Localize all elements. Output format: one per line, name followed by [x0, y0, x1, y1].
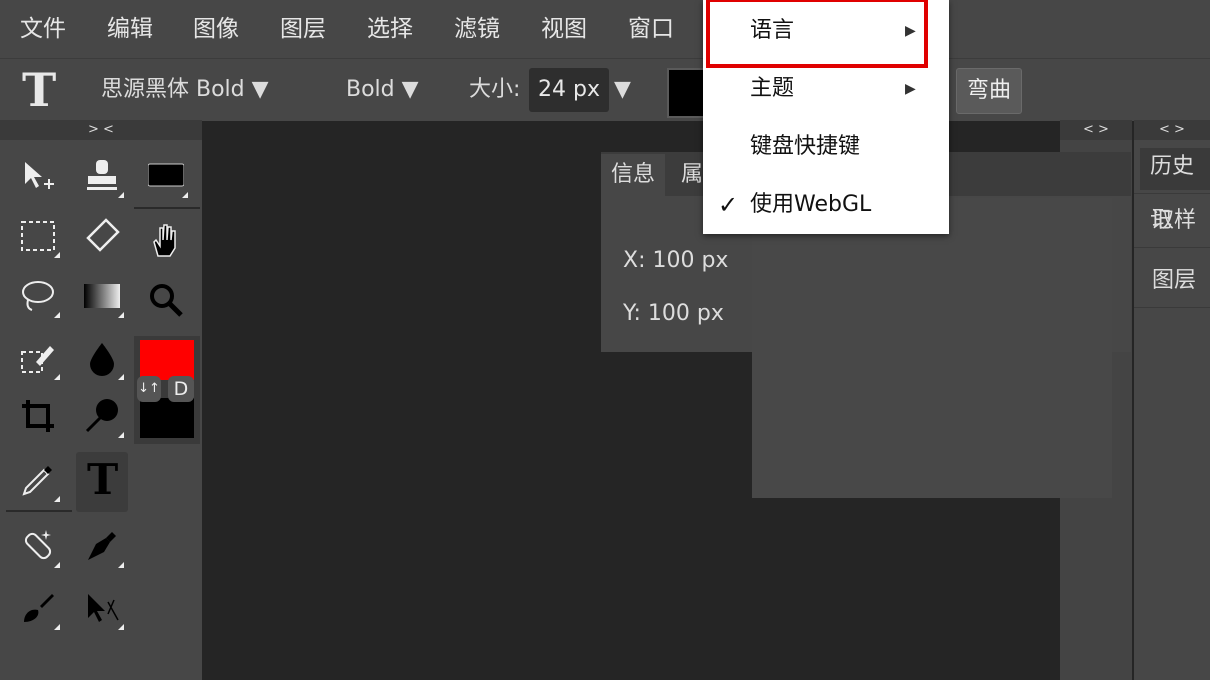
quick-select-brush-icon: [21, 346, 54, 373]
hand-icon: [153, 224, 176, 257]
path-select-arrow-icon: [88, 594, 119, 622]
checkmark-icon: ✓: [718, 191, 739, 219]
menu-item-keyboard-shortcuts[interactable]: 键盘快捷键: [703, 118, 949, 176]
menu-layer[interactable]: 图层: [280, 0, 326, 58]
pen-tool[interactable]: [74, 518, 130, 574]
text-color-swatch[interactable]: [667, 68, 707, 118]
color-picker-area: ↓↑ D: [134, 336, 200, 444]
size-dropdown-arrow[interactable]: ▼: [614, 59, 631, 121]
tab-info[interactable]: 信息: [601, 154, 666, 196]
eraser-tool[interactable]: [74, 208, 130, 264]
eyedropper-icon: [22, 466, 52, 496]
menu-window[interactable]: 窗口: [628, 0, 674, 58]
menu-item-use-webgl[interactable]: ✓ 使用WebGL: [703, 176, 949, 234]
eraser-icon: [86, 218, 120, 252]
tool-options-bar: T 思源黑体 Bold ▼ Bold ▼ 大小: 24 px ▼ 弯曲: [0, 58, 1210, 121]
pen-nib-icon: [88, 532, 116, 560]
text-tool[interactable]: T: [76, 452, 128, 512]
y-coordinate-readout: Y: 100 px: [623, 301, 724, 326]
submenu-corner-icon: [54, 624, 60, 630]
font-family-select[interactable]: 思源黑体 Bold ▼: [101, 59, 269, 121]
crop-icon: [22, 400, 54, 432]
tab-sample[interactable]: 取样: [1134, 194, 1210, 248]
text-tool-icon: T: [22, 63, 57, 117]
side-panel-dock: 历史记 取样 图层: [1134, 140, 1210, 680]
menu-bar: 文件 编辑 图像 图层 选择 滤镜 视图 窗口: [0, 0, 1210, 58]
foreground-color-swatch[interactable]: [140, 340, 194, 380]
zoom-tool[interactable]: [138, 272, 194, 328]
swap-colors-button[interactable]: ↓↑: [137, 376, 161, 402]
submenu-corner-icon: [118, 432, 124, 438]
submenu-corner-icon: [118, 312, 124, 318]
toolbox-collapse-toggle[interactable]: > <: [0, 120, 202, 140]
gradient-tool[interactable]: [74, 268, 130, 324]
default-colors-button[interactable]: D: [168, 376, 194, 402]
highlight-box: [706, 0, 928, 68]
menu-select[interactable]: 选择: [367, 0, 413, 58]
size-input[interactable]: 24 px: [529, 68, 609, 112]
warp-button[interactable]: 弯曲: [956, 68, 1022, 114]
tab-layers[interactable]: 图层: [1134, 254, 1210, 308]
stamp-icon: [87, 160, 117, 190]
quick-select-tool[interactable]: [10, 330, 66, 386]
move-tool[interactable]: [10, 148, 66, 204]
move-arrow-icon: [25, 162, 54, 189]
submenu-arrow-icon: ▶: [905, 81, 916, 97]
path-select-tool[interactable]: [74, 580, 130, 636]
magnifier-icon: [150, 284, 183, 317]
marquee-icon: [21, 221, 55, 251]
dodge-tool[interactable]: [74, 388, 130, 444]
eyedropper-tool[interactable]: [10, 452, 66, 508]
dock2-collapse-toggle[interactable]: < >: [1134, 120, 1210, 140]
lasso-icon: [22, 281, 54, 311]
blur-tool[interactable]: [74, 330, 130, 386]
dodge-icon: [85, 399, 118, 433]
submenu-corner-icon: [118, 374, 124, 380]
menu-item-label: 使用WebGL: [750, 192, 872, 217]
submenu-corner-icon: [118, 562, 124, 568]
size-label: 大小:: [469, 77, 521, 102]
menu-item-theme[interactable]: 主题 ▶: [703, 60, 949, 118]
stamp-tool[interactable]: [74, 148, 130, 204]
divider: [6, 510, 72, 512]
menu-view[interactable]: 视图: [541, 0, 587, 58]
text-tool-icon: T: [87, 455, 119, 504]
menu-file[interactable]: 文件: [20, 0, 66, 58]
crop-tool[interactable]: [10, 388, 66, 444]
paintbrush-icon: [24, 594, 54, 622]
dock-collapse-toggle[interactable]: < >: [1060, 120, 1132, 140]
font-weight-select[interactable]: Bold ▼: [346, 59, 419, 121]
gradient-icon: [84, 284, 120, 308]
submenu-corner-icon: [182, 192, 188, 198]
divider: [134, 207, 200, 209]
shape-tool[interactable]: [138, 148, 194, 204]
submenu-corner-icon: [54, 562, 60, 568]
background-color-swatch[interactable]: [140, 398, 194, 438]
submenu-corner-icon: [54, 496, 60, 502]
submenu-corner-icon: [118, 624, 124, 630]
menu-image[interactable]: 图像: [193, 0, 239, 58]
hand-tool[interactable]: [138, 212, 194, 268]
tab-history[interactable]: 历史记: [1134, 140, 1210, 233]
marquee-tool[interactable]: [10, 208, 66, 264]
submenu-corner-icon: [54, 312, 60, 318]
toolbox: ↓↑ D T: [0, 140, 202, 680]
submenu-corner-icon: [54, 252, 60, 258]
floating-panel: [752, 198, 1112, 498]
menu-edit[interactable]: 编辑: [107, 0, 153, 58]
healing-tool[interactable]: [10, 518, 66, 574]
drop-icon: [90, 343, 114, 376]
brush-tool[interactable]: [10, 580, 66, 636]
lasso-tool[interactable]: [10, 268, 66, 324]
menu-item-label: 键盘快捷键: [750, 134, 861, 159]
x-coordinate-readout: X: 100 px: [623, 248, 729, 273]
submenu-corner-icon: [54, 374, 60, 380]
bandage-icon: [24, 530, 52, 560]
menu-item-label: 主题: [750, 76, 795, 101]
menu-filter[interactable]: 滤镜: [454, 0, 500, 58]
rectangle-icon: [148, 163, 184, 187]
submenu-corner-icon: [118, 192, 124, 198]
